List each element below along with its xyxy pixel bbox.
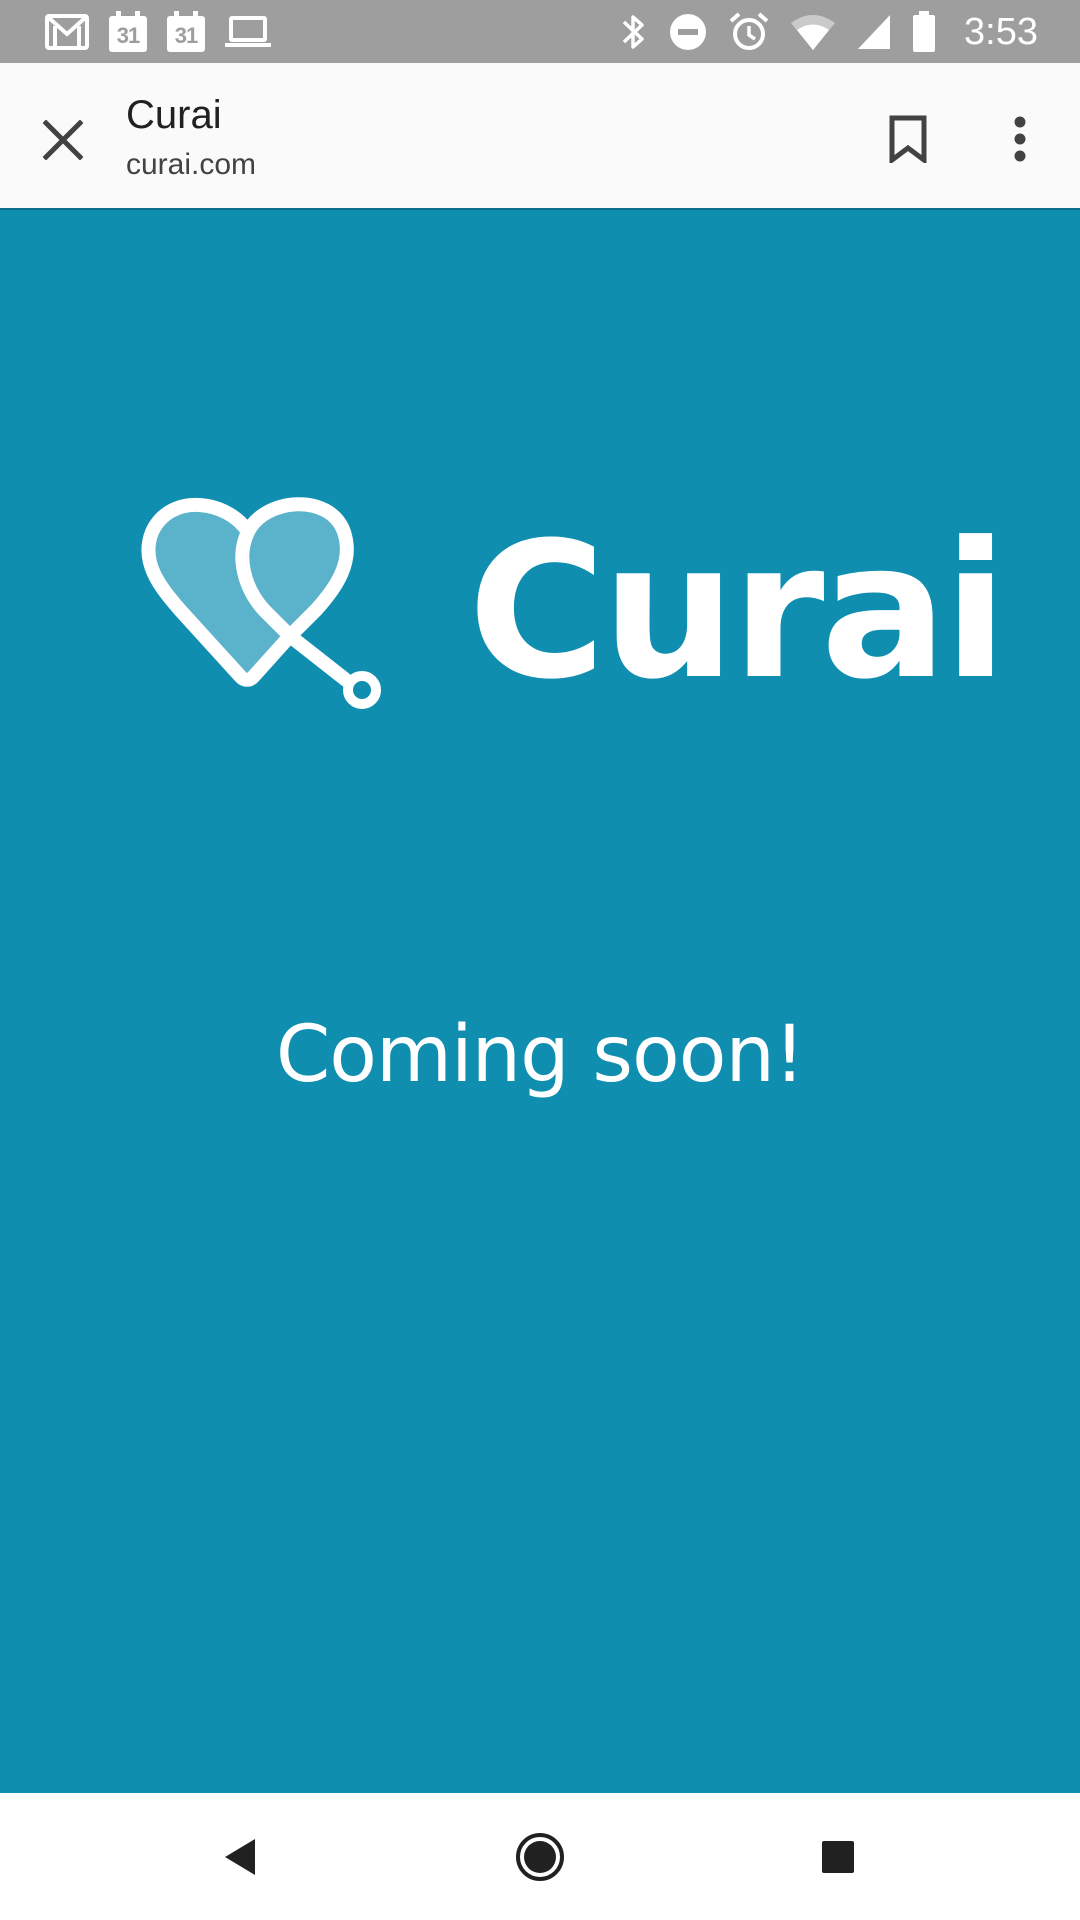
do-not-disturb-icon <box>670 14 707 50</box>
notification-icons: 31 31 <box>44 8 272 56</box>
gmail-icon <box>45 14 89 50</box>
logo-wordmark: Curai <box>468 502 1008 721</box>
status-bar: 31 31 3:53 <box>0 0 1080 63</box>
bookmark-button[interactable] <box>872 103 944 175</box>
recents-button[interactable] <box>796 1815 880 1899</box>
wifi-icon <box>791 15 836 50</box>
home-icon <box>516 1833 564 1881</box>
more-vert-icon <box>1014 116 1026 162</box>
battery-icon <box>913 11 936 52</box>
page-title: Curai <box>126 93 222 137</box>
calendar-day-label: 31 <box>174 23 198 48</box>
more-options-button[interactable] <box>984 103 1056 175</box>
phone-screen: 31 31 3:53 Curai curai.com Curai Coming … <box>0 0 1080 1920</box>
web-content: Curai Coming soon! <box>0 210 1080 1793</box>
calendar-icon: 31 <box>166 11 206 53</box>
custom-tab-toolbar: Curai curai.com <box>0 63 1080 210</box>
bluetooth-icon <box>622 15 644 49</box>
navigation-bar <box>0 1793 1080 1920</box>
close-button[interactable] <box>28 105 98 175</box>
recents-icon <box>822 1841 854 1873</box>
title-block: Curai curai.com <box>126 91 256 185</box>
calendar-day-label: 31 <box>116 23 140 48</box>
laptop-icon <box>225 16 271 47</box>
curai-logo[interactable]: Curai <box>140 492 1008 752</box>
coming-soon-message: Coming soon! <box>275 1010 805 1100</box>
page-url: curai.com <box>126 148 257 181</box>
close-icon <box>43 120 83 160</box>
calendar-icon: 31 <box>108 11 148 53</box>
system-icons: 3:53 <box>620 8 1038 56</box>
alarm-icon <box>729 12 769 50</box>
heart-stethoscope-icon <box>141 497 381 709</box>
back-icon <box>225 1839 255 1875</box>
back-button[interactable] <box>198 1815 282 1899</box>
clock: 3:53 <box>964 10 1038 53</box>
home-button[interactable] <box>498 1815 582 1899</box>
bookmark-icon <box>889 115 927 163</box>
cellular-signal-icon <box>858 15 891 49</box>
